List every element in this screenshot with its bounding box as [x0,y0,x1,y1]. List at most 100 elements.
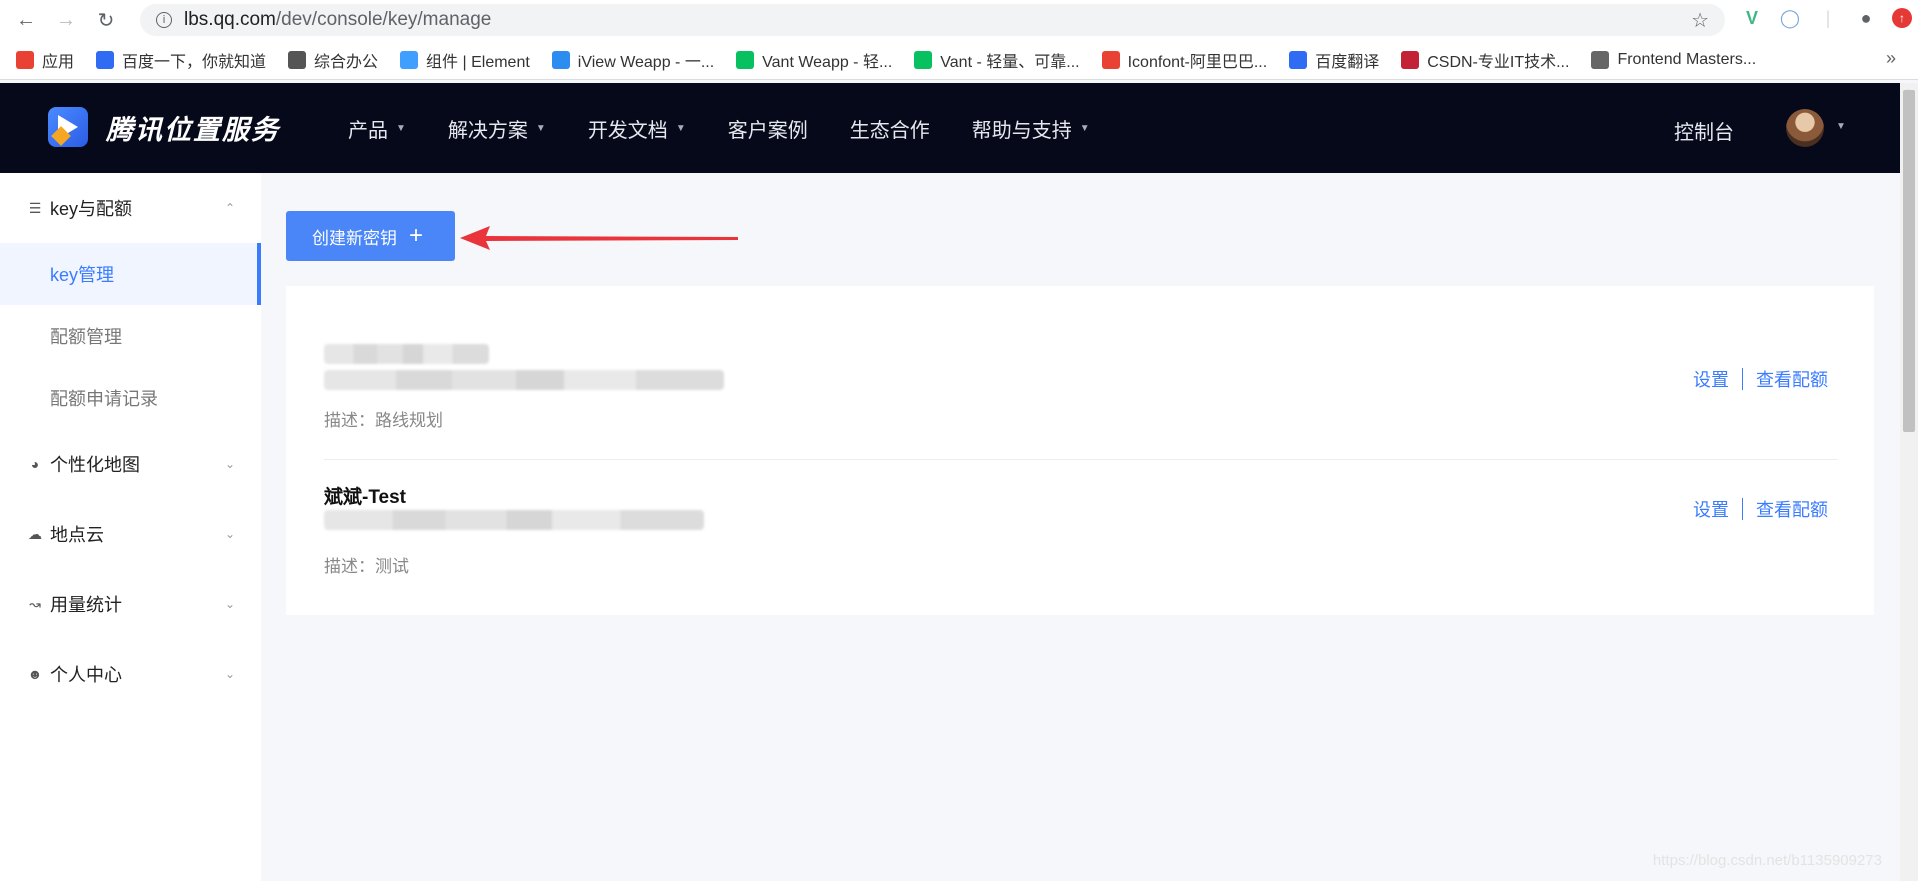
bookmark-label: Iconfont-阿里巴巴... [1127,53,1268,71]
view-quota-link[interactable]: 查看配额 [1756,366,1828,392]
sidebar-group-usage-stats[interactable]: ↝ 用量统计 ⌄ [0,569,261,639]
caret-down-icon: ▼ [396,122,406,134]
favicon-icon [96,50,115,69]
reload-icon[interactable]: ↻ [92,6,120,34]
address-bar[interactable]: i lbs.qq.com/dev/console/key/manage ☆ [140,4,1725,36]
sidebar-item-label: key管理 [50,265,115,285]
create-key-button[interactable]: 创建新密钥 + [286,211,455,261]
key-description: 描述：路线规划 [324,411,443,430]
bookmark-item[interactable]: 应用 [16,48,74,72]
logo[interactable]: 腾讯位置服务 [48,107,280,147]
favicon-icon [551,50,570,69]
sidebar-group-label: key与配额 [50,199,133,219]
forward-icon[interactable]: → [52,6,80,34]
plus-icon: + [409,222,424,249]
sidebar-group-key-quota[interactable]: ☰ key与配额 ⌃ [0,173,261,243]
sidebar-item-quota-records[interactable]: 配额申请记录 [0,367,261,429]
divider [1742,498,1743,520]
key-name-redacted [324,344,489,364]
bookmark-label: iView Weapp - 一... [577,53,715,71]
bookmark-item[interactable]: Vant - 轻量、可靠... [914,48,1080,72]
bookmark-item[interactable]: 综合办公 [288,48,378,72]
settings-link[interactable]: 设置 [1693,366,1729,392]
key-actions: 设置 查看配额 [1693,366,1828,392]
nav-item[interactable]: 生态合作 [850,114,930,143]
account-icon[interactable]: ● [1854,6,1878,30]
divider: | [1825,7,1831,28]
bookmark-item[interactable]: 百度一下，你就知道 [96,48,266,72]
bookmark-label: 百度一下，你就知道 [122,53,267,71]
sidebar-group-label: 个性化地图 [50,455,140,475]
scrollbar-thumb[interactable] [1903,90,1915,432]
bookmark-item[interactable]: CSDN-专业IT技术... [1401,48,1569,72]
bookmark-item[interactable]: Vant Weapp - 轻... [736,48,892,72]
chevron-down-icon: ⌄ [224,667,235,681]
settings-link[interactable]: 设置 [1693,496,1729,522]
view-quota-link[interactable]: 查看配额 [1756,496,1828,522]
bookmark-label: 组件 | Element [426,53,530,71]
url-host: lbs.qq.com [184,9,276,30]
main-nav: 产品 ▼ 解决方案 ▼ 开发文档 ▼ 客户案例 生态合作 帮助与支持 ▼ [348,83,1132,173]
key-value-redacted [324,370,724,390]
extensions-area: V ◯ | ● ↑ [1740,6,1912,30]
update-icon[interactable]: ↑ [1892,8,1912,28]
sidebar-group-label: 用量统计 [50,595,122,615]
caret-down-icon: ▼ [535,122,546,134]
avatar[interactable] [1786,109,1824,147]
sidebar-item-quota-manage[interactable]: 配额管理 [0,305,261,367]
sidebar: ☰ key与配额 ⌃ key管理 配额管理 配额申请记录 ◕ 个性化地图 ⌄ ☁… [0,173,261,881]
bookmarks-more-icon[interactable]: » [1886,48,1896,69]
arrow-shape [460,226,738,250]
key-description: 描述：测试 [324,557,409,576]
back-icon[interactable]: ← [12,6,40,34]
logo-text: 腾讯位置服务 [106,114,280,145]
key-list-card: 描述：路线规划 设置 查看配额 斌斌-Test 描述：测试 设置 查看配额 [286,286,1874,615]
bookmarks-bar: 应用 百度一下，你就知道 综合办公 组件 | Element iView Weapp -… [0,40,1918,80]
favicon-icon [736,50,755,69]
nav-item-label: 开发文档 [587,119,668,142]
user-icon: ☻ [27,666,43,682]
info-icon[interactable]: i [156,12,172,28]
key-value-redacted [324,510,704,530]
create-key-label: 创建新密钥 [312,228,397,248]
watermark: https://blog.csdn.net/b1135909273 [1652,852,1882,869]
bookmark-item[interactable]: Frontend Masters... [1591,50,1756,69]
favicon-icon [400,50,419,69]
nav-item[interactable]: 产品 ▼ [348,114,406,143]
bookmark-label: 应用 [42,53,75,71]
bookmark-label: CSDN-专业IT技术... [1427,53,1570,71]
nav-item-label: 客户案例 [727,119,808,142]
nav-item[interactable]: 客户案例 [728,114,808,143]
nav-item-label: 帮助与支持 [971,119,1072,142]
apps-grid-icon [16,50,34,69]
sidebar-item-key-manage[interactable]: key管理 [0,243,261,305]
bookmark-item[interactable]: 组件 | Element [400,48,530,72]
extension-icon[interactable]: ◯ [1778,6,1802,30]
nav-item-label: 解决方案 [447,119,528,142]
divider [1742,368,1743,390]
console-link[interactable]: 控制台 [1674,116,1734,145]
bookmark-item[interactable]: Iconfont-阿里巴巴... [1101,48,1268,72]
sidebar-item-label: 配额管理 [50,327,122,347]
bookmark-label: 综合办公 [314,53,379,71]
bookmark-star-icon[interactable]: ☆ [1691,8,1709,33]
sidebar-group-custom-map[interactable]: ◕ 个性化地图 ⌄ [0,429,261,499]
nav-item[interactable]: 开发文档 ▼ [588,114,686,143]
nav-item[interactable]: 帮助与支持 ▼ [972,114,1090,143]
chevron-down-icon[interactable]: ▼ [1836,121,1846,132]
sidebar-group-place-cloud[interactable]: ☁ 地点云 ⌄ [0,499,261,569]
key-row: 描述：路线规划 设置 查看配额 [324,344,1838,460]
nav-item[interactable]: 解决方案 ▼ [448,114,546,143]
bookmark-item[interactable]: 百度翻译 [1289,48,1379,72]
sliders-icon: ☰ [28,199,42,216]
palette-icon: ◕ [30,456,40,472]
annotation-arrow [460,226,738,250]
vue-devtools-icon[interactable]: V [1740,6,1764,30]
cloud-icon: ☁ [28,525,42,542]
bookmark-item[interactable]: iView Weapp - 一... [551,48,715,72]
favicon-icon [1101,50,1120,69]
key-row: 斌斌-Test 描述：测试 设置 查看配额 [324,460,1838,590]
sidebar-group-personal-center[interactable]: ☻ 个人中心 ⌄ [0,639,261,709]
url-path: /dev/console/key/manage [275,9,492,30]
favicon-icon [914,50,933,69]
